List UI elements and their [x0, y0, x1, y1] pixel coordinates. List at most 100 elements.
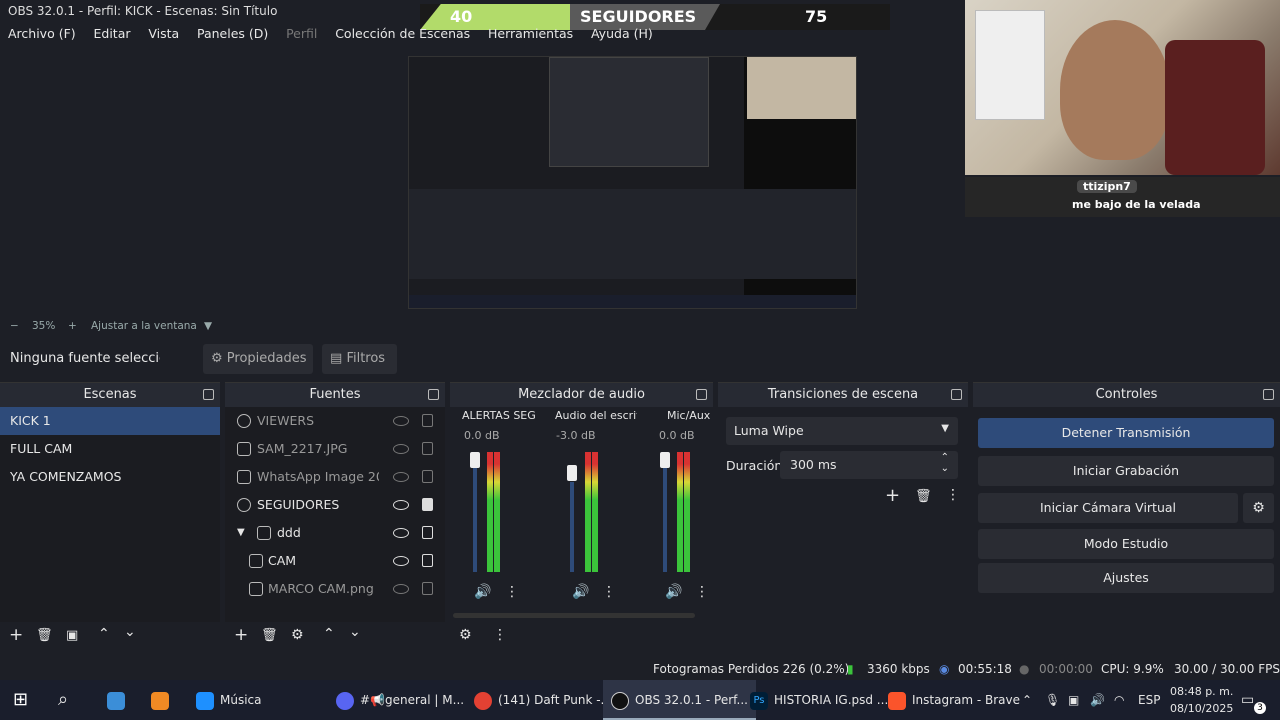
zoom-dropdown-icon[interactable]: ▼ [204, 320, 212, 332]
zoom-in-button[interactable]: + [68, 320, 77, 332]
duration-spinbox[interactable]: 300 ms ⌃ ⌄ [780, 451, 958, 479]
spin-down-icon[interactable]: ⌄ [941, 463, 949, 474]
menu-herramientas[interactable]: Herramientas [488, 22, 573, 46]
visibility-toggle-icon[interactable] [393, 444, 409, 454]
remove-scene-icon[interactable]: 🗑 [36, 628, 53, 643]
expand-arrow-icon[interactable]: ▼ [237, 519, 245, 547]
lock-icon[interactable] [422, 498, 433, 511]
program-preview[interactable] [408, 56, 857, 309]
volume-fader[interactable] [473, 452, 477, 572]
visibility-toggle-icon[interactable] [393, 472, 409, 482]
explorer-icon[interactable] [107, 680, 131, 720]
dock-popout-icon[interactable] [696, 389, 707, 400]
source-item-marco-cam[interactable]: MARCO CAM.png [225, 575, 445, 603]
visibility-toggle-icon[interactable] [393, 416, 409, 426]
source-item-viewers[interactable]: VIEWERS [225, 407, 445, 435]
source-item-seguidores[interactable]: SEGUIDORES [225, 491, 445, 519]
clock-date[interactable]: 08/10/2025 [1170, 702, 1233, 715]
scene-item-kick-1[interactable]: KICK 1 [0, 407, 220, 435]
source-item-ddd-group[interactable]: ▼ ddd [225, 519, 445, 547]
taskbar-item-photoshop[interactable]: Ps HISTORIA IG.psd ... [750, 680, 888, 720]
volume-fader[interactable] [663, 452, 667, 572]
move-up-icon[interactable]: ⌃ [98, 626, 110, 642]
volume-fader-handle[interactable] [567, 465, 577, 481]
transition-select[interactable]: Luma Wipe ▼ [726, 417, 958, 445]
volume-fader-handle[interactable] [660, 452, 670, 468]
kebab-menu-icon[interactable]: ⋮ [695, 584, 709, 600]
volume-fader-handle[interactable] [470, 452, 480, 468]
kebab-menu-icon[interactable]: ⋮ [493, 627, 507, 643]
taskbar-item-discord[interactable]: #📢general | M... [336, 680, 464, 720]
source-item-sam[interactable]: SAM_2217.JPG [225, 435, 445, 463]
taskbar-item-chrome[interactable]: (141) Daft Punk -... [474, 680, 612, 720]
source-item-whatsapp[interactable]: WhatsApp Image 2025 [225, 463, 445, 491]
dock-popout-icon[interactable] [428, 389, 439, 400]
lock-icon[interactable] [422, 470, 433, 483]
windows-start-icon[interactable]: ⊞ [13, 680, 28, 720]
filters-button[interactable]: ▤ Filtros [322, 344, 397, 374]
network-icon[interactable]: ▣ [1068, 680, 1079, 720]
speaker-icon[interactable]: 🔊 [665, 584, 682, 600]
volume-icon[interactable]: 🔊 [1090, 680, 1105, 720]
search-icon[interactable]: ⌕ [58, 680, 68, 720]
scene-filters-icon[interactable]: ▣ [66, 628, 78, 643]
lock-icon[interactable] [422, 526, 433, 539]
advanced-audio-gear-icon[interactable]: ⚙ [459, 627, 472, 643]
mixer-horizontal-scrollbar[interactable] [453, 613, 695, 618]
kebab-menu-icon[interactable]: ⋮ [602, 584, 616, 600]
move-down-icon[interactable]: ⌄ [124, 624, 136, 640]
visibility-toggle-icon[interactable] [393, 584, 409, 594]
menu-perfil[interactable]: Perfil [286, 22, 317, 46]
chevron-up-icon[interactable]: ⌃ [1022, 680, 1032, 720]
menu-archivo[interactable]: Archivo (F) [8, 22, 76, 46]
remove-source-icon[interactable]: 🗑 [261, 628, 278, 643]
speaker-icon[interactable]: 🔊 [474, 584, 491, 600]
dock-popout-icon[interactable] [951, 389, 962, 400]
lock-icon[interactable] [422, 442, 433, 455]
move-up-icon[interactable]: ⌃ [323, 626, 335, 642]
language-indicator[interactable]: ESP [1138, 680, 1160, 720]
lock-icon[interactable] [422, 554, 433, 567]
dock-popout-icon[interactable] [1263, 389, 1274, 400]
start-recording-button[interactable]: Iniciar Grabación [978, 456, 1274, 486]
add-source-icon[interactable]: + [234, 625, 248, 645]
scene-item-full-cam[interactable]: FULL CAM [0, 435, 220, 463]
taskbar-item-musica[interactable]: Música [196, 680, 262, 720]
add-transition-icon[interactable]: + [885, 485, 900, 506]
dock-popout-icon[interactable] [203, 389, 214, 400]
add-scene-icon[interactable]: + [9, 625, 23, 645]
menu-coleccion[interactable]: Colección de Escenas [335, 22, 470, 46]
kebab-menu-icon[interactable]: ⋮ [505, 584, 519, 600]
settings-button[interactable]: Ajustes [978, 563, 1274, 593]
source-item-cam[interactable]: CAM [225, 547, 445, 575]
visibility-toggle-icon[interactable] [393, 556, 409, 566]
clock-time[interactable]: 08:48 p. m. [1170, 685, 1233, 698]
taskbar-item-obs[interactable]: OBS 32.0.1 - Perf... [603, 680, 756, 720]
remove-transition-icon[interactable]: 🗑 [915, 489, 932, 504]
stop-stream-button[interactable]: Detener Transmisión [978, 418, 1274, 448]
properties-button[interactable]: ⚙ Propiedades [203, 344, 313, 374]
source-settings-gear-icon[interactable]: ⚙ [291, 627, 304, 643]
menu-paneles[interactable]: Paneles (D) [197, 22, 268, 46]
menu-ayuda[interactable]: Ayuda (H) [591, 22, 653, 46]
lock-icon[interactable] [422, 414, 433, 427]
speaker-icon[interactable]: 🔊 [572, 584, 589, 600]
kebab-menu-icon[interactable]: ⋮ [946, 487, 960, 503]
menu-editar[interactable]: Editar [93, 22, 130, 46]
taskbar-item-brave[interactable]: Instagram - Brave [888, 680, 1020, 720]
virtual-camera-settings-gear-icon[interactable]: ⚙ [1243, 493, 1274, 523]
menu-vista[interactable]: Vista [148, 22, 179, 46]
studio-mode-button[interactable]: Modo Estudio [978, 529, 1274, 559]
start-virtual-camera-button[interactable]: Iniciar Cámara Virtual [978, 493, 1238, 523]
notification-icon[interactable]: ▭ [1241, 680, 1254, 720]
visibility-toggle-icon[interactable] [393, 500, 409, 510]
spin-up-icon[interactable]: ⌃ [941, 452, 949, 463]
visibility-toggle-icon[interactable] [393, 528, 409, 538]
move-down-icon[interactable]: ⌄ [349, 624, 361, 640]
fl-studio-icon[interactable] [151, 680, 175, 720]
zoom-out-button[interactable]: − [10, 320, 19, 332]
zoom-fit-label[interactable]: Ajustar a la ventana [91, 320, 197, 332]
wifi-icon[interactable]: ◠ [1114, 680, 1124, 720]
lock-icon[interactable] [422, 582, 433, 595]
scene-item-ya-comenzamos[interactable]: YA COMENZAMOS [0, 463, 220, 491]
